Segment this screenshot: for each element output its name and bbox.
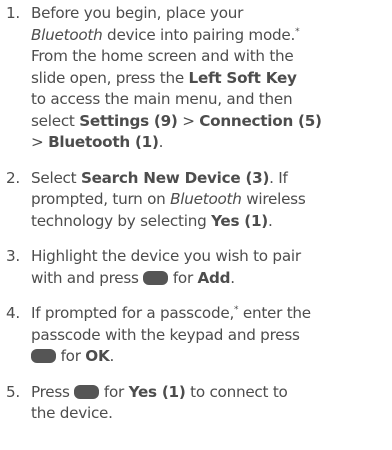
search-new-device-label: Search New Device (3): [80, 168, 270, 187]
step-text: for: [99, 382, 129, 401]
step-4: 4. If prompted for a passcode,* enter th…: [0, 303, 392, 368]
step-text: .: [268, 211, 273, 230]
step-text: .: [109, 347, 115, 365]
step-text: .: [158, 133, 164, 151]
step-text: Highlight the device you wish to pair: [31, 247, 301, 265]
step-text: wireless: [241, 190, 306, 208]
instruction-list: 1. Before you begin, place your Bluetoot…: [0, 0, 392, 439]
footnote-marker: *: [295, 26, 300, 37]
step-text: . If: [269, 168, 288, 187]
step-text: technology by selecting: [31, 211, 212, 230]
step-text: select: [31, 111, 80, 130]
step-text: From the home screen and with the: [31, 47, 294, 65]
step-text: with and press: [31, 268, 144, 287]
step-text: prompted, turn on: [31, 190, 171, 208]
bluetooth-term: Bluetooth: [170, 190, 242, 208]
step-5: 5. Press for Yes (1) to connect to the d…: [0, 382, 392, 425]
step-text: If prompted for a passcode,: [31, 304, 235, 322]
soft-key-icon: [74, 384, 100, 399]
bluetooth-term: Bluetooth: [31, 25, 103, 44]
step-text: slide open, press the: [31, 68, 189, 87]
step-number: 5.: [6, 382, 20, 401]
soft-key-icon: [31, 349, 56, 363]
step-3: 3. Highlight the device you wish to pair…: [0, 246, 392, 289]
step-text: device into pairing mode.: [102, 25, 296, 44]
step-text: the device.: [31, 404, 113, 422]
step-text: Select: [31, 168, 81, 187]
settings-menu-label: Settings (9): [79, 111, 178, 130]
step-1: 1. Before you begin, place your Bluetoot…: [0, 3, 392, 154]
step-text: to access the main menu, and then: [31, 90, 293, 108]
add-label: Add: [197, 268, 231, 287]
step-text: passcode with the keypad and press: [31, 325, 300, 344]
step-text: .: [230, 268, 235, 287]
step-number: 3.: [6, 247, 20, 265]
yes-option-label: Yes (1): [211, 211, 268, 230]
step-text: for: [56, 347, 86, 365]
step-text: Press: [31, 382, 75, 401]
step-2: 2. Select Search New Device (3). If prom…: [0, 168, 392, 233]
left-soft-key-label: Left Soft Key: [188, 68, 297, 87]
step-text: for: [168, 268, 198, 287]
step-text: Before you begin, place your: [31, 4, 244, 22]
connection-menu-label: Connection (5): [199, 111, 322, 130]
step-text: >: [31, 133, 49, 151]
step-text: >: [177, 111, 200, 130]
step-number: 4.: [6, 304, 20, 322]
bluetooth-menu-label: Bluetooth (1): [48, 133, 159, 151]
step-text: to connect to: [185, 382, 288, 401]
ok-label: OK: [85, 347, 110, 365]
step-number: 1.: [6, 4, 20, 22]
soft-key-icon: [143, 270, 169, 285]
step-text: enter the: [238, 304, 311, 322]
step-number: 2.: [6, 168, 20, 187]
yes-option-label: Yes (1): [128, 382, 186, 401]
